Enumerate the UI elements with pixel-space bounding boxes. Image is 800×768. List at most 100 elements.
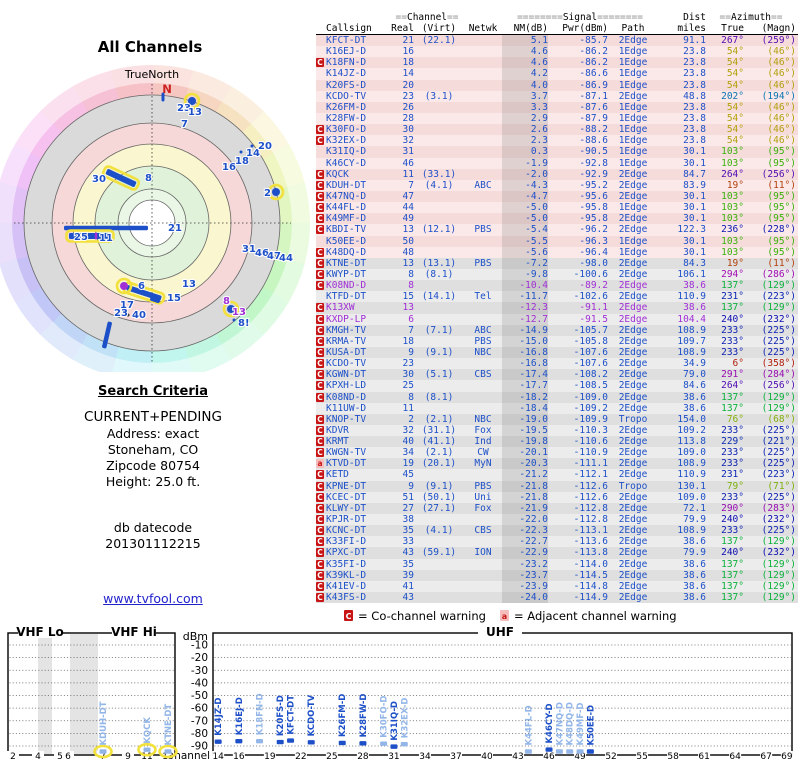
real-channel-cell: 27: [390, 503, 414, 514]
nm-db-cell: -16.8: [502, 358, 548, 369]
polar-marker-dot: [272, 188, 280, 196]
tick-bg: [141, 751, 153, 761]
path-cell: 1Edge: [608, 124, 658, 135]
tick-bg: [729, 751, 741, 761]
power-dbm-cell: -92.9: [548, 169, 608, 180]
table-row: CK32EX-D322.3-88.61Edge23.854°(46°): [316, 135, 798, 146]
callsign-cell: K46CY-D: [326, 158, 390, 169]
nm-db-cell: -2.0: [502, 169, 548, 180]
channel-tick-label: 58: [667, 752, 679, 762]
true-azimuth-cell: 233°: [706, 325, 744, 336]
nm-db-cell: -21.8: [502, 481, 548, 492]
uhf-signal-bar: [546, 747, 553, 751]
virtual-channel-cell: [414, 68, 464, 79]
co-channel-warning-icon: [344, 610, 353, 621]
magnetic-azimuth-cell: (129°): [744, 570, 796, 581]
callsign-cell: K35FI-D: [326, 559, 390, 570]
co-channel-warning-icon: C: [316, 170, 324, 179]
table-row: CKPXC-DT43(59.1)ION-22.9-113.82Edge79.92…: [316, 547, 798, 558]
true-azimuth-cell: 54°: [706, 124, 744, 135]
warning-marker-cell: C: [316, 213, 326, 224]
true-azimuth-cell: 236°: [706, 224, 744, 235]
miles-cell: 109.2: [658, 425, 706, 436]
true-azimuth-cell: 240°: [706, 514, 744, 525]
network-cell: [464, 57, 502, 68]
tvfool-link[interactable]: www.tvfool.com: [103, 591, 203, 606]
warning-marker-cell: C: [316, 336, 326, 347]
warning-marker-cell: [316, 91, 326, 102]
tick-bg: [543, 751, 555, 761]
warning-marker-cell: [316, 46, 326, 57]
power-dbm-cell: -96.3: [548, 236, 608, 247]
callsign-cell: K18FN-D: [326, 57, 390, 68]
callsign-cell: KUSA-DT: [326, 347, 390, 358]
real-channel-cell: 30: [390, 124, 414, 135]
network-cell: [464, 314, 502, 325]
uhf-title: UHF: [486, 625, 514, 639]
miles-cell: 30.1: [658, 146, 706, 157]
callsign-cell: KTNE-DT: [326, 258, 390, 269]
channel-tick-label: 69: [781, 752, 793, 762]
virtual-channel-cell: (5.1): [414, 369, 464, 380]
true-azimuth-cell: 137°: [706, 570, 744, 581]
polar-channel-label: 31: [242, 244, 256, 255]
true-azimuth-cell: 137°: [706, 280, 744, 291]
network-cell: PBS: [464, 258, 502, 269]
uhf-signal-bar: [308, 740, 315, 744]
path-cell: 2Edge: [608, 559, 658, 570]
callsign-cell: KCNC-DT: [326, 525, 390, 536]
co-channel-warning-icon: C: [316, 393, 324, 402]
table-row: CK39KL-D39-23.7-114.52Edge38.6137°(129°): [316, 570, 798, 581]
uhf-signal-bar: [587, 749, 594, 753]
network-cell: ABC: [464, 325, 502, 336]
magnetic-azimuth-cell: (95°): [744, 146, 796, 157]
uhf-title-bg: [478, 625, 522, 638]
true-azimuth-cell: 231°: [706, 469, 744, 480]
tick-bg: [698, 751, 710, 761]
station-label: KQCK: [143, 717, 153, 744]
true-azimuth-cell: 103°: [706, 247, 744, 258]
miles-cell: 83.9: [658, 180, 706, 191]
power-dbm-cell: -87.9: [548, 113, 608, 124]
channel-tick-label: 11: [141, 752, 152, 762]
true-azimuth-cell: 233°: [706, 525, 744, 536]
miles-cell: 23.8: [658, 102, 706, 113]
network-cell: CW: [464, 447, 502, 458]
path-cell: 2Edge: [608, 458, 658, 469]
real-channel-cell: 26: [390, 102, 414, 113]
real-channel-cell: 20: [390, 80, 414, 91]
col-real: Real: [390, 23, 414, 34]
real-channel-cell: 18: [390, 336, 414, 347]
nm-db-cell: -11.7: [502, 291, 548, 302]
miles-cell: 72.1: [658, 503, 706, 514]
true-azimuth-cell: 137°: [706, 559, 744, 570]
polar-channel-label: 44: [279, 253, 293, 264]
nm-db-cell: -9.8: [502, 269, 548, 280]
co-channel-warning-icon: C: [316, 315, 324, 324]
true-azimuth-cell: 264°: [706, 169, 744, 180]
callsign-cell: K16EJ-D: [326, 46, 390, 57]
warning-marker-cell: [316, 102, 326, 113]
co-channel-warning-icon: C: [316, 337, 324, 346]
table-row: CKDUH-DT7(4.1)ABC-4.3-95.22Edge83.919°(1…: [316, 180, 798, 191]
warning-marker-cell: C: [316, 191, 326, 202]
network-cell: [464, 514, 502, 525]
true-azimuth-cell: 137°: [706, 392, 744, 403]
real-channel-cell: 31: [390, 146, 414, 157]
table-row: CKWGN-TV34(2.1)CW-20.1-110.92Edge109.023…: [316, 447, 798, 458]
miles-cell: 110.9: [658, 469, 706, 480]
network-cell: CBS: [464, 369, 502, 380]
table-row: CKWYP-DT8(8.1)-9.8-100.62Edge106.1294°(2…: [316, 269, 798, 280]
nm-db-cell: -21.8: [502, 492, 548, 503]
signal-bar-highlight: [139, 744, 156, 755]
polar-channel-label: 15: [167, 293, 181, 304]
power-dbm-cell: -112.6: [548, 492, 608, 503]
virtual-channel-cell: (41.1): [414, 436, 464, 447]
power-dbm-cell: -86.2: [548, 57, 608, 68]
magnetic-azimuth-cell: (71°): [744, 481, 796, 492]
miles-cell: 23.8: [658, 80, 706, 91]
miles-cell: 30.1: [658, 191, 706, 202]
table-row: CKMGH-TV7(7.1)ABC-14.9-105.72Edge108.923…: [316, 325, 798, 336]
miles-cell: 84.3: [658, 258, 706, 269]
channel-tick-label: 2: [10, 752, 16, 762]
